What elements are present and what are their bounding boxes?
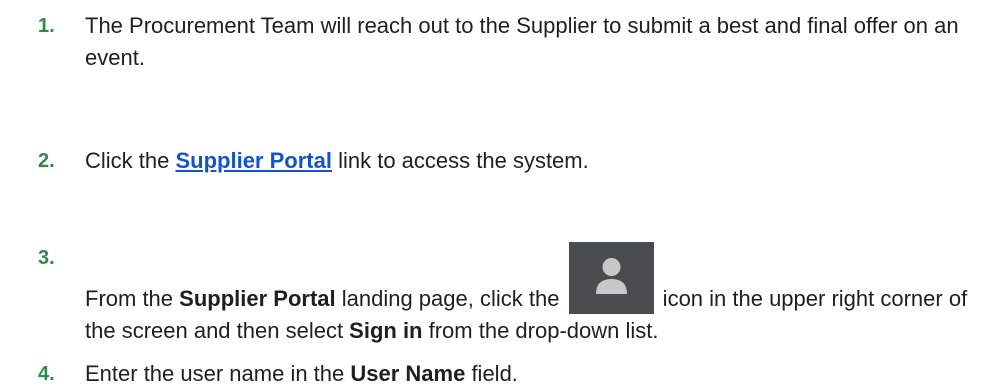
step-number: 1. [38, 15, 55, 37]
supplier-portal-link[interactable]: Supplier Portal [175, 148, 331, 173]
step-3-mid-1: landing page, click the [335, 286, 566, 311]
step-number: 4. [38, 363, 55, 385]
user-name-bold: User Name [350, 361, 466, 386]
step-2-prefix: Click the [85, 148, 176, 173]
step-4-suffix: field. [465, 361, 518, 386]
sign-in-bold: Sign in [349, 318, 423, 343]
step-text: Enter the user name in the User Name fie… [85, 358, 975, 390]
step-text: From the Supplier Portal landing page, c… [85, 242, 975, 347]
instruction-steps: 1. The Procurement Team will reach out t… [0, 0, 995, 390]
step-3-prefix: From the [85, 286, 180, 311]
step-4-prefix: Enter the user name in the [85, 361, 351, 386]
step-1-text: The Procurement Team will reach out to t… [85, 13, 959, 70]
step-text: Click the Supplier Portal link to access… [85, 145, 975, 177]
step-number: 2. [38, 150, 55, 172]
step-3-suffix: from the drop-down list. [422, 318, 659, 343]
step-text: The Procurement Team will reach out to t… [85, 10, 975, 74]
step-number: 3. [38, 247, 55, 269]
supplier-portal-bold: Supplier Portal [179, 286, 336, 311]
user-avatar-icon [568, 242, 654, 314]
step-2-suffix: link to access the system. [331, 148, 589, 173]
